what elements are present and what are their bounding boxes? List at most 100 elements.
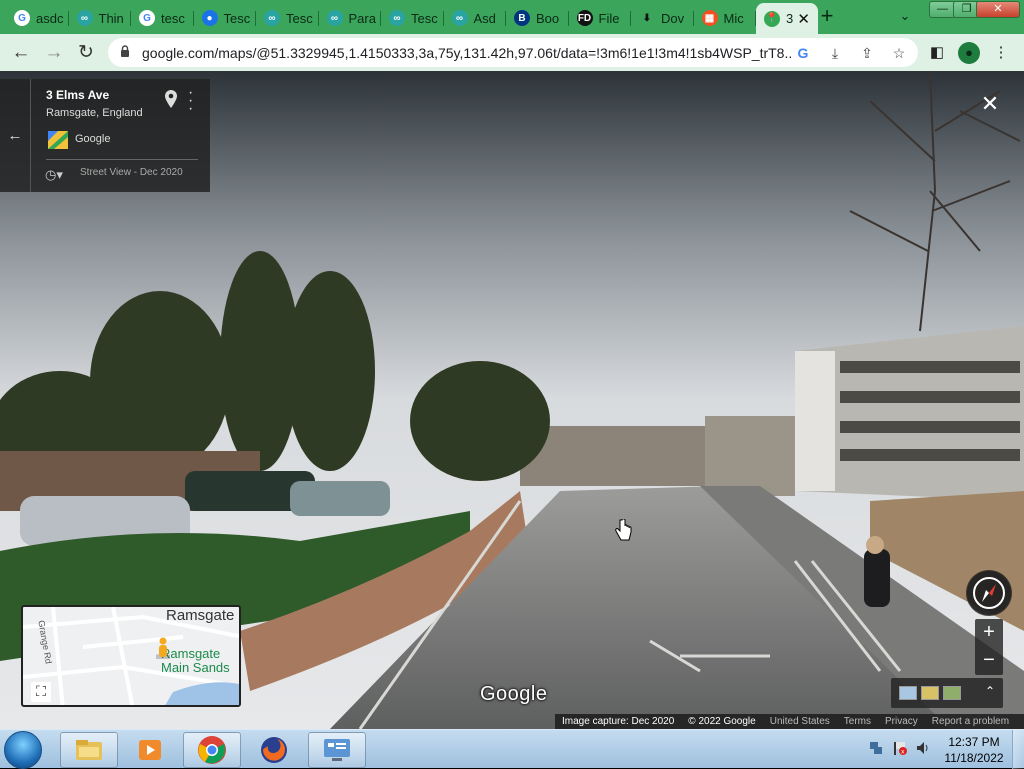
layer-satellite-icon[interactable] <box>943 686 961 700</box>
new-tab-button[interactable]: + <box>817 5 837 28</box>
tray-flag-icon[interactable]: x <box>892 740 908 756</box>
location-card: ← 3 Elms Ave Ramsgate, England · · · Googl… <box>0 79 210 192</box>
booking-icon: B <box>514 10 530 26</box>
google-maps-icon: 📍 <box>764 10 780 27</box>
tab-label: Mic <box>723 10 744 26</box>
tab-label: Dov <box>661 10 685 26</box>
windows-taskbar: x 12:37 PM 11/18/2022 <box>0 729 1024 769</box>
download-icon: ⬇ <box>642 12 652 24</box>
compass-icon[interactable] <box>966 570 1012 616</box>
url-text[interactable]: google.com/maps/@51.3329945,1.4150333,3a… <box>142 45 792 61</box>
tab-11[interactable]: ▦ Mic <box>694 4 756 32</box>
lock-icon[interactable] <box>120 45 130 58</box>
tray-network-icon[interactable] <box>868 740 884 756</box>
fd-icon: FD <box>576 10 593 26</box>
tesco-icon: ∞ <box>389 10 405 26</box>
chrome-page-icon: ● <box>201 10 218 26</box>
microsoft-icon: ▦ <box>701 10 718 26</box>
tab-label: Asd <box>473 10 496 26</box>
tab-10[interactable]: ⬇ Dov <box>631 4 694 32</box>
close-street-view-button[interactable]: ✕ <box>978 93 1002 117</box>
google-maps-logo-icon <box>48 131 68 149</box>
street-view-date[interactable]: Street View - Dec 2020 <box>80 167 183 178</box>
bookmark-star-icon[interactable]: ☆ <box>890 44 908 62</box>
zoom-in-button[interactable]: + <box>975 619 1003 647</box>
mini-map-town-label: Ramsgate <box>166 607 235 624</box>
expand-map-icon[interactable]: ⛶ <box>31 682 51 702</box>
tab-label: Thin <box>98 10 124 26</box>
zoom-controls: + − <box>975 619 1003 675</box>
tab-5[interactable]: ∞ Para <box>319 4 381 32</box>
tab-0[interactable]: Gasdc <box>6 4 69 32</box>
card-divider <box>46 159 198 160</box>
tab-9[interactable]: FD File <box>569 4 631 32</box>
tab-3[interactable]: ● Tesc <box>194 4 256 32</box>
tab-label: Boo <box>536 10 560 26</box>
address-bar[interactable]: google.com/maps/@51.3329945,1.4150333,3a… <box>108 38 918 67</box>
forward-button[interactable]: → <box>41 40 67 66</box>
minimize-button[interactable]: — <box>929 1 956 18</box>
taskbar-media-player-icon[interactable] <box>121 732 179 768</box>
place-title: 3 Elms Ave <box>46 88 110 102</box>
zoom-out-button[interactable]: − <box>975 647 1003 675</box>
chevron-up-icon[interactable]: ⌃ <box>985 684 995 698</box>
share-icon[interactable]: ⇪ <box>858 44 876 62</box>
place-subtitle: Ramsgate, England <box>46 107 143 119</box>
region-link[interactable]: United States <box>770 716 830 727</box>
tab-7[interactable]: ∞ Asd <box>444 4 506 32</box>
close-tab-icon[interactable]: ✕ <box>797 10 810 28</box>
back-button[interactable]: ← <box>8 40 34 66</box>
tab-label: Para <box>348 10 376 26</box>
privacy-link[interactable]: Privacy <box>885 716 918 727</box>
taskbar-firefox-icon[interactable] <box>245 732 303 768</box>
map-pin-icon[interactable] <box>165 90 177 108</box>
google-watermark: Google <box>480 683 548 705</box>
pegman-icon <box>156 637 170 659</box>
google-icon: G <box>14 10 30 26</box>
image-capture-date: Image capture: Dec 2020 <box>562 716 675 727</box>
profile-avatar-icon[interactable]: ● <box>958 42 980 64</box>
tab-4[interactable]: ∞ Tesc <box>256 4 319 32</box>
taskbar-control-panel-icon[interactable] <box>308 732 366 768</box>
tab-1[interactable]: ∞ Thin <box>69 4 131 32</box>
hand-cursor-icon <box>615 519 632 541</box>
google-icon: G <box>139 10 155 26</box>
terms-link[interactable]: Terms <box>844 716 871 727</box>
tesco-icon: ∞ <box>264 10 280 26</box>
install-app-icon[interactable]: ⤓ <box>826 44 844 62</box>
layer-map-icon[interactable] <box>899 686 917 700</box>
taskbar-chrome-icon[interactable] <box>183 732 241 768</box>
layers-control[interactable]: ⌃ <box>891 678 1003 708</box>
report-problem-link[interactable]: Report a problem <box>932 716 1009 727</box>
tab-12[interactable]: 📍 3 ✕ <box>756 3 818 34</box>
back-arrow-icon[interactable]: ← <box>0 79 31 192</box>
window-close-button[interactable]: ✕ <box>976 1 1020 18</box>
chrome-menu-icon[interactable]: ⋮ <box>990 42 1012 64</box>
tab-8[interactable]: B Boo <box>506 4 569 32</box>
tab-label: Tesc <box>286 10 313 26</box>
tab-label: Tesc <box>411 10 438 26</box>
svg-text:x: x <box>901 749 905 756</box>
street-view-panel[interactable]: ← 3 Elms Ave Ramsgate, England · · · Googl… <box>0 71 1024 729</box>
tesco-icon: ∞ <box>326 10 343 26</box>
tray-volume-icon[interactable] <box>915 740 931 756</box>
tab-2[interactable]: Gtesc <box>131 4 194 32</box>
tesco-icon: ∞ <box>76 10 93 26</box>
tab-search-icon[interactable]: ⌄ <box>896 8 914 26</box>
tab-strip: Gasdc ∞ Thin Gtesc ● Tesc ∞ Tesc ∞ Para ∞ Tesc ∞ Asd B… <box>0 0 1024 34</box>
layer-terrain-icon[interactable] <box>921 686 939 700</box>
google-lens-icon[interactable]: G <box>794 44 812 62</box>
start-button-icon[interactable] <box>4 731 42 769</box>
side-panel-icon[interactable]: ◧ <box>926 42 948 64</box>
tab-6[interactable]: ∞ Tesc <box>381 4 444 32</box>
tab-label: asdc <box>36 10 64 26</box>
history-clock-icon[interactable]: ◷▾ <box>45 167 63 183</box>
clock-time: 12:37 PM <box>948 735 1000 749</box>
mini-map[interactable]: Ramsgate Ramsgate Main Sands Grange Rd ⛶ <box>21 605 241 707</box>
tray-clock[interactable]: 12:37 PM 11/18/2022 <box>944 734 1004 766</box>
more-options-icon[interactable]: · · · <box>188 85 193 117</box>
show-desktop-button[interactable] <box>1012 730 1024 769</box>
reload-button[interactable]: ↻ <box>73 40 99 66</box>
copyright-text: © 2022 Google <box>688 716 756 727</box>
taskbar-explorer-icon[interactable] <box>60 732 118 768</box>
